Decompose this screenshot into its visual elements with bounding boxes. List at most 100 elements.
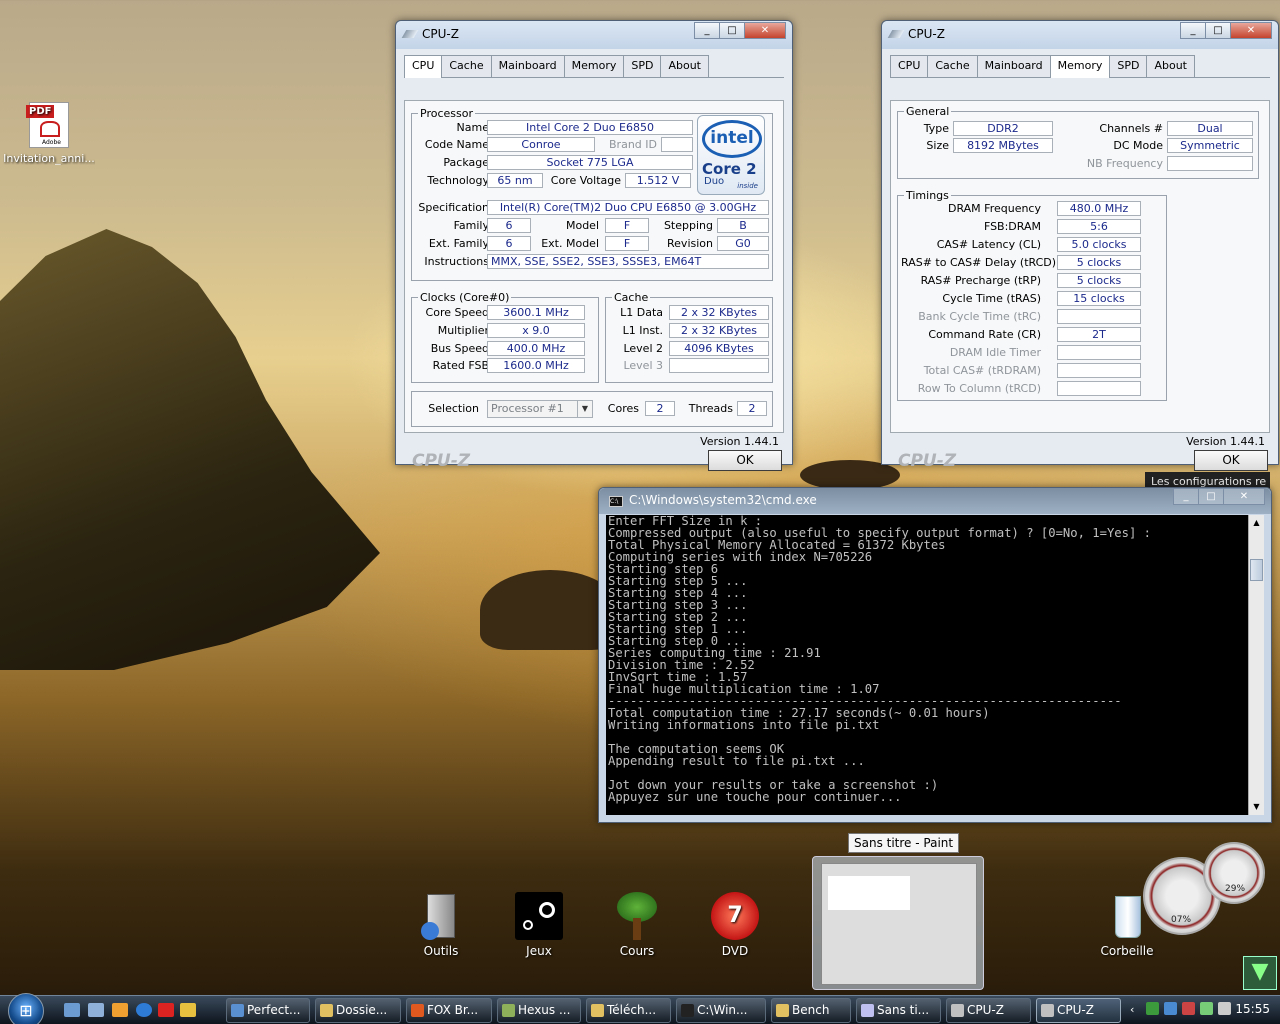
taskbar-button[interactable]: CPU-Z [946,998,1031,1023]
timing-value: 5 clocks [1057,273,1141,288]
timing-label: Row To Column (tRCD) [917,382,1041,395]
level2-value: 4096 KBytes [669,341,769,356]
cpu-name-value: Intel Core 2 Duo E6850 [487,120,693,135]
ok-button[interactable]: OK [1194,450,1268,471]
desktop-icon-dvd[interactable]: 7 DVD [690,892,780,958]
close-button[interactable]: ✕ [744,22,786,39]
tab-spd[interactable]: SPD [1109,55,1148,77]
scroll-up-arrow[interactable]: ▲ [1249,515,1264,531]
maximize-button[interactable]: □ [719,22,745,39]
tab-panel: General Type DDR2 Size 8192 MBytes Chann… [890,100,1270,448]
desktop-icon-pdf[interactable]: PDF Adobe Invitation_anni... [3,102,95,165]
tab-memory[interactable]: Memory [563,55,625,77]
cpuz-brand: CPU-Z [898,451,957,471]
app-quicklaunch-icon[interactable] [158,1003,174,1017]
tray-expand-icon[interactable]: ‹ [1130,1003,1134,1016]
desktop-icon-label: Outils [423,944,459,958]
window-title: CPU-Z [908,27,945,41]
taskbar-button[interactable]: Perfect... [226,998,310,1023]
network-icon[interactable] [1146,1002,1159,1015]
tab-cache[interactable]: Cache [441,55,492,77]
taskbar-button[interactable]: Téléch... [586,998,671,1023]
taskbar-button[interactable]: C:\Win... [676,998,766,1023]
app-icon [411,1004,424,1017]
tab-mainboard[interactable]: Mainboard [976,55,1051,77]
switch-windows-icon[interactable] [88,1003,104,1017]
scroll-thumb[interactable] [1250,559,1263,581]
minimize-button[interactable]: _ [1180,22,1206,39]
processor-select-value: Processor #1 [491,402,564,415]
multiplier-value: x 9.0 [487,323,585,338]
volume-icon[interactable] [1218,1002,1231,1015]
desktop-icon-jeux[interactable]: Jeux [494,892,584,958]
intel-brand: intel [702,120,762,158]
tray-app-icon[interactable] [1200,1002,1213,1015]
label: Model [565,219,599,232]
clock[interactable]: 15:55 [1235,1002,1270,1016]
timing-label: Total CAS# (tRDRAM) [923,364,1041,377]
timing-value: 480.0 MHz [1057,201,1141,216]
console-line: Writing informations into file pi.txt [608,718,880,732]
console-output[interactable]: Enter FFT Size in k : Compressed output (… [606,515,1248,815]
cache-legend: Cache [614,291,649,304]
taskbar-button[interactable]: Dossie... [315,998,401,1023]
tab-mainboard[interactable]: Mainboard [490,55,565,77]
tab-cpu[interactable]: CPU [404,55,443,78]
desktop-icon-label: Jeux [526,944,552,958]
timing-label: RAS# to CAS# Delay (tRCD) [901,256,1057,269]
memory-meter-gadget[interactable]: 29% [1203,842,1265,904]
paint-thumbnail-preview[interactable] [812,856,984,990]
close-button[interactable]: ✕ [1230,22,1272,39]
internet-explorer-icon[interactable] [136,1003,152,1017]
app-icon [681,1004,694,1017]
timing-value: 15 clocks [1057,291,1141,306]
show-desktop-icon[interactable] [64,1003,80,1017]
desktop-icon-outils[interactable]: Outils [396,892,486,958]
desktop-icon-cours[interactable]: Cours [592,892,682,958]
tab-about[interactable]: About [1146,55,1195,77]
taskbar-button[interactable]: Sans ti... [856,998,941,1023]
taskbar-button-label: Sans ti... [877,1003,930,1017]
lock-icon[interactable] [180,1003,196,1017]
taskbar-button-label: Téléch... [607,1003,657,1017]
label: L1 Data [620,306,663,319]
gadget-sidebar-toggle-icon[interactable]: ▼ [1243,956,1277,990]
title-bar[interactable]: CPU-Z _ □ ✕ [396,21,792,49]
taskbar-button[interactable]: CPU-Z [1036,998,1121,1023]
general-legend: General [906,105,950,118]
title-bar[interactable]: CPU-Z _ □ ✕ [882,21,1278,49]
vertical-scrollbar[interactable]: ▲ ▼ [1248,515,1264,815]
minimize-button[interactable]: _ [694,22,720,39]
tab-cache[interactable]: Cache [927,55,978,77]
minimize-button[interactable]: _ [1173,488,1199,505]
dvd-icon: 7 [711,892,759,940]
title-bar[interactable]: C:\ C:\Windows\system32\cmd.exe _ □ ✕ [599,488,1271,514]
tab-spd[interactable]: SPD [623,55,662,77]
processor-select[interactable]: Processor #1 ▼ [487,400,593,418]
label: Selection [428,402,479,415]
close-button[interactable]: ✕ [1223,488,1265,505]
start-button[interactable]: ⊞ [8,993,44,1024]
taskbar-button-label: Dossie... [336,1003,388,1017]
taskbar-button[interactable]: Bench [771,998,851,1023]
tab-panel: Processor Name Intel Core 2 Duo E6850 Co… [404,100,784,448]
tray-app-icon[interactable] [1182,1002,1195,1015]
maximize-button[interactable]: □ [1205,22,1231,39]
ok-button[interactable]: OK [708,450,782,471]
tab-about[interactable]: About [660,55,709,77]
tab-cpu[interactable]: CPU [890,55,929,77]
label: Size [926,139,949,152]
tab-memory[interactable]: Memory [1049,55,1111,78]
media-player-icon[interactable] [112,1003,128,1017]
label: Channels # [1099,122,1163,135]
scroll-down-arrow[interactable]: ▼ [1249,799,1264,815]
maximize-button[interactable]: □ [1198,488,1224,505]
label: Multiplier [437,324,489,337]
tree-icon [613,892,661,940]
instructions-value: MMX, SSE, SSE2, SSE3, SSSE3, EM64T [487,254,769,269]
taskbar-button[interactable]: FOX Br... [406,998,492,1023]
timing-value [1057,363,1141,378]
wallpaper-rock [0,229,380,670]
tray-app-icon[interactable] [1164,1002,1177,1015]
taskbar-button[interactable]: Hexus ... [497,998,581,1023]
